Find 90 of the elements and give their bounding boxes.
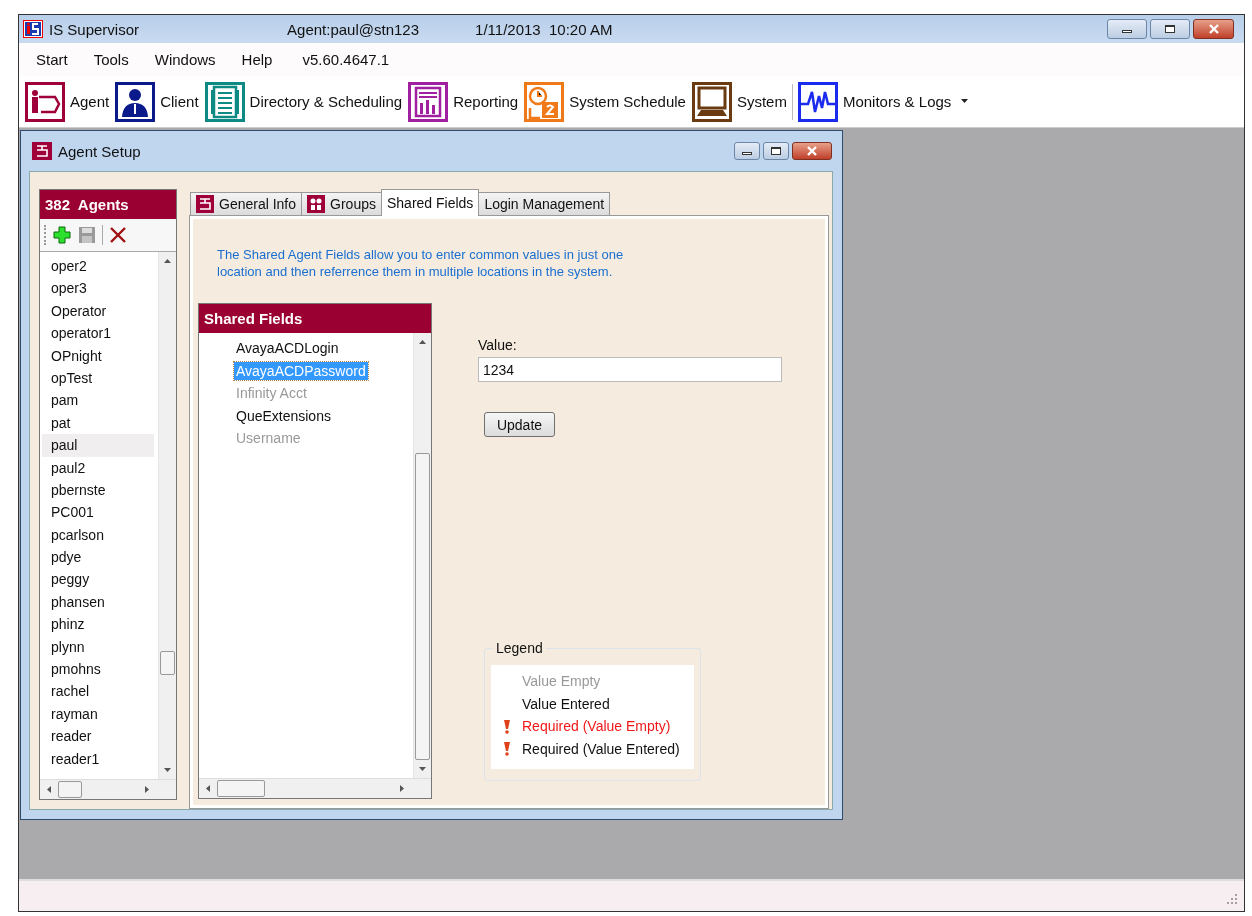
exclamation-icon xyxy=(502,718,511,734)
agent-list-item[interactable]: operator1 xyxy=(42,322,154,345)
legend-item: Required (Value Entered) xyxy=(522,740,680,757)
window-title: IS Supervisor xyxy=(49,20,140,38)
toolbar-button[interactable]: Reporting xyxy=(405,79,522,124)
window-title: Agent Setup xyxy=(58,142,141,160)
agent-list-item[interactable]: pam xyxy=(42,389,154,412)
scrollbar-thumb[interactable] xyxy=(415,453,430,760)
agent-list-item[interactable]: paul xyxy=(42,434,154,457)
agent-list-item[interactable]: peggy xyxy=(42,568,154,591)
legend-title: Legend xyxy=(493,640,546,656)
agent-label: Agent:paul@stn123 xyxy=(287,20,420,38)
people-icon xyxy=(307,195,326,213)
agent-list-item[interactable]: phansen xyxy=(42,590,154,614)
resize-grip-icon[interactable] xyxy=(1226,893,1238,905)
description-text: The Shared Agent Fields allow you to enter common values in just one location and then referrence them in multiple locations in the system. xyxy=(217,246,625,281)
shared-fields-header: Shared Fields xyxy=(199,304,431,333)
vertical-scrollbar[interactable] xyxy=(413,333,431,778)
agent-list-item[interactable]: PC001 xyxy=(42,501,154,524)
app-logo-icon xyxy=(23,20,43,38)
menu-item[interactable]: Windows xyxy=(154,51,216,68)
legend-item: Value Empty xyxy=(522,673,601,690)
toolbar-button[interactable]: Agent xyxy=(22,79,113,124)
menu-item[interactable]: Help xyxy=(241,51,273,68)
add-icon[interactable] xyxy=(52,225,72,245)
horizontal-scrollbar[interactable] xyxy=(199,778,431,798)
maximize-button[interactable] xyxy=(763,142,789,160)
menu-item[interactable]: Tools xyxy=(93,51,129,68)
agent-list-item[interactable]: paul2 xyxy=(42,456,154,479)
agent-list-item[interactable]: reader1 xyxy=(42,747,154,770)
version-label: v5.60.4647.1 xyxy=(302,51,390,68)
scrollbar-thumb[interactable] xyxy=(217,780,265,797)
agent-list-item[interactable]: rayman xyxy=(42,702,154,726)
value-field[interactable]: 1234 xyxy=(478,357,782,382)
agent-list-item[interactable]: pcarlson xyxy=(42,523,154,547)
scrollbar-thumb[interactable] xyxy=(58,781,82,798)
arrow-icon[interactable] xyxy=(419,340,426,344)
vertical-scrollbar[interactable] xyxy=(158,252,176,779)
agent-list-item[interactable]: rachel xyxy=(42,680,154,703)
close-button[interactable] xyxy=(1193,19,1234,39)
maximize-button[interactable] xyxy=(1150,19,1190,39)
toolbar-button[interactable]: Client xyxy=(112,79,202,124)
toolbar-button[interactable]: Directory & Scheduling xyxy=(201,79,406,124)
scrollbar-thumb[interactable] xyxy=(160,651,175,675)
field-list-item[interactable]: AvayaACDLogin xyxy=(234,339,341,358)
arrow-icon[interactable] xyxy=(419,767,426,771)
toolbar-button[interactable]: System xyxy=(688,79,790,124)
arrow-icon[interactable] xyxy=(47,786,51,793)
agents-header: 382 Agents xyxy=(40,190,176,219)
agent-list-item[interactable]: pbernste xyxy=(42,478,154,502)
agent-list-item[interactable]: oper3 xyxy=(42,277,154,300)
agent-list-item[interactable]: OPnight xyxy=(42,344,154,367)
arrow-icon[interactable] xyxy=(164,259,171,263)
agent-list-item[interactable]: phinz xyxy=(42,613,154,636)
tab[interactable]: Login Management xyxy=(478,192,611,215)
arrow-icon[interactable] xyxy=(400,785,404,792)
close-icon xyxy=(806,146,818,156)
agent-list-item[interactable]: oper2 xyxy=(42,255,154,278)
value-label: Value: xyxy=(478,337,517,355)
update-button[interactable]: Update xyxy=(484,412,555,437)
delete-icon[interactable] xyxy=(109,226,127,244)
legend-item: Required (Value Empty) xyxy=(522,718,671,735)
tab[interactable]: General Info xyxy=(190,192,303,215)
agent-list-item[interactable]: Operator xyxy=(42,299,154,323)
arrow-icon[interactable] xyxy=(145,786,149,793)
tab[interactable]: Shared Fields xyxy=(381,189,480,216)
agent-list-item[interactable]: pdye xyxy=(42,546,154,569)
agent-list-item[interactable]: pat xyxy=(42,411,154,435)
legend-item: Value Entered xyxy=(522,695,610,712)
horizontal-scrollbar[interactable] xyxy=(40,779,176,799)
toolbar-button[interactable]: Monitors & Logs xyxy=(794,79,973,124)
menu-item[interactable]: Start xyxy=(36,51,68,68)
agent-list-item[interactable]: opTest xyxy=(42,366,154,390)
agent-list-item[interactable]: plynn xyxy=(42,635,154,659)
window-icon xyxy=(32,142,52,160)
arrow-icon[interactable] xyxy=(164,768,171,772)
minimize-button[interactable] xyxy=(734,142,760,160)
close-icon xyxy=(1207,24,1220,34)
toolbar-button[interactable]: System Schedule xyxy=(521,79,689,124)
arrow-icon[interactable] xyxy=(206,785,210,792)
field-list-item[interactable]: QueExtensions xyxy=(234,406,333,425)
close-button[interactable] xyxy=(792,142,832,160)
agent-list-item[interactable]: pmohns xyxy=(42,658,154,681)
minimize-button[interactable] xyxy=(1107,19,1147,39)
exclamation-icon xyxy=(502,741,511,757)
date-time: 1/11/2013 10:20 AM xyxy=(475,20,613,38)
save-icon[interactable] xyxy=(78,226,96,244)
tab[interactable]: Groups xyxy=(301,192,382,215)
agent-list-item[interactable]: reader xyxy=(42,725,154,748)
form-icon xyxy=(196,195,214,213)
